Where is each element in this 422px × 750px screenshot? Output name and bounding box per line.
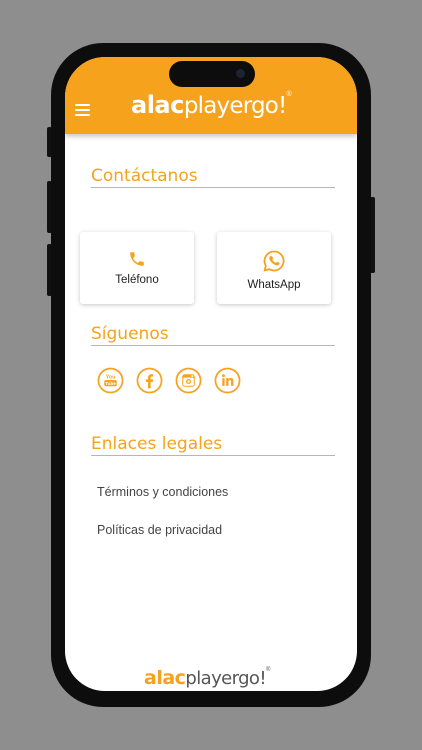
legal-section-title: Enlaces legales	[91, 434, 335, 456]
contact-section-title: Contáctanos	[91, 166, 335, 188]
terms-link[interactable]: Términos y condiciones	[97, 485, 228, 499]
instagram-icon[interactable]	[175, 367, 202, 394]
footer-logo-registered-mark: ®	[265, 667, 271, 673]
footer-logo: alacplayergo!®	[144, 667, 270, 689]
camera-icon	[236, 69, 245, 78]
facebook-icon[interactable]	[136, 367, 163, 394]
svg-text:You: You	[106, 375, 116, 381]
logo-light-text: playergo!	[183, 93, 287, 119]
logo-bold-text: alac	[131, 91, 184, 119]
footer-logo-bold-text: alac	[144, 667, 186, 689]
phone-contact-label: Teléfono	[115, 274, 159, 286]
whatsapp-contact-button[interactable]: WhatsApp	[217, 232, 331, 304]
linkedin-icon[interactable]	[214, 367, 241, 394]
whatsapp-icon	[263, 250, 285, 272]
app-screen: alacplayergo!® Contáctanos Teléfono What…	[65, 57, 357, 691]
phone-contact-button[interactable]: Teléfono	[80, 232, 194, 304]
phone-icon	[130, 252, 144, 266]
logo-registered-mark: ®	[286, 91, 292, 98]
svg-text:Tube: Tube	[105, 381, 116, 386]
footer-logo-light-text: playergo!	[185, 668, 266, 689]
whatsapp-contact-label: WhatsApp	[247, 279, 301, 291]
menu-icon[interactable]	[75, 104, 90, 116]
header-logo: alacplayergo!®	[131, 91, 292, 125]
youtube-icon[interactable]: You Tube	[97, 367, 124, 394]
follow-section-title: Síguenos	[91, 324, 335, 346]
privacy-link[interactable]: Políticas de privacidad	[97, 523, 222, 537]
